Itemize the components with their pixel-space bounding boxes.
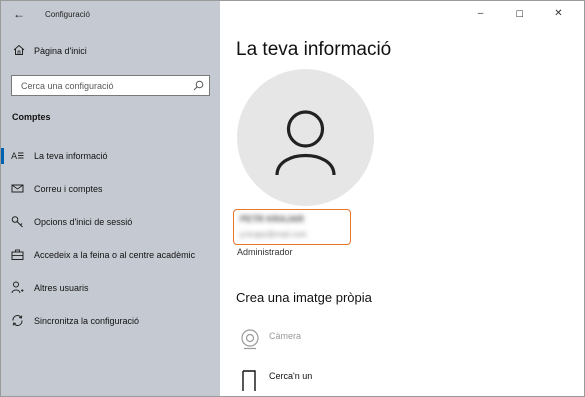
sidebar-item-label: Sincronitza la configuració <box>34 316 140 326</box>
browse-option[interactable]: Cerca'n un <box>238 365 538 395</box>
sidebar-item-email-accounts[interactable]: Correu i comptes <box>1 177 220 201</box>
user-role: Administrador <box>237 247 293 257</box>
account-info-highlight: PETR KRAJAR p.krajar@mail.com <box>233 209 351 245</box>
create-picture-heading: Crea una imatge pròpia <box>236 290 372 305</box>
briefcase-icon <box>11 249 24 260</box>
camera-icon <box>241 329 259 350</box>
back-arrow-icon[interactable]: ← <box>11 6 27 22</box>
section-title: Comptes <box>12 112 51 122</box>
main-content: La teva informació PETR KRAJAR p.krajar@… <box>220 1 584 396</box>
sidebar-item-label: Altres usuaris <box>34 283 89 293</box>
browse-file-icon <box>242 370 256 391</box>
home-label: Pàgina d'inici <box>34 46 87 56</box>
person-add-icon <box>11 281 24 294</box>
sidebar-item-label: Opcions d'inici de sessió <box>34 217 133 227</box>
search-icon[interactable] <box>193 80 204 91</box>
search-box[interactable] <box>11 75 210 96</box>
camera-label: Càmera <box>269 331 302 341</box>
mail-icon <box>11 184 24 193</box>
settings-window: ← Configuració Pàgina d'inici Comptes A <box>0 0 585 397</box>
sidebar: ← Configuració Pàgina d'inici Comptes A <box>1 1 220 396</box>
sidebar-item-other-users[interactable]: Altres usuaris <box>1 276 220 300</box>
sidebar-item-work-school[interactable]: Accedeix a la feina o al centre acadèmic <box>1 243 220 267</box>
sidebar-item-label: Accedeix a la feina o al centre acadèmic <box>34 250 196 260</box>
sync-icon <box>12 315 23 326</box>
person-card-icon: A <box>11 152 24 162</box>
user-email: p.krajar@mail.com <box>240 230 307 239</box>
search-input[interactable] <box>12 76 188 95</box>
sidebar-item-sign-in-options[interactable]: Opcions d'inici de sessió <box>1 210 220 234</box>
sidebar-item-label: Correu i comptes <box>34 184 103 194</box>
browse-label: Cerca'n un <box>269 371 313 381</box>
svg-text:A: A <box>11 152 18 162</box>
sidebar-item-your-info[interactable]: A La teva informació <box>1 144 220 168</box>
sidebar-item-sync-settings[interactable]: Sincronitza la configuració <box>1 309 220 333</box>
key-icon <box>11 216 23 228</box>
title-bar: ← Configuració <box>1 1 220 29</box>
active-indicator <box>1 148 4 164</box>
user-silhouette-icon <box>275 110 336 176</box>
home-link[interactable]: Pàgina d'inici <box>1 41 220 63</box>
home-icon <box>13 44 25 55</box>
camera-option[interactable]: Càmera <box>238 325 538 355</box>
app-title: Configuració <box>45 10 90 19</box>
user-name: PETR KRAJAR <box>240 214 305 224</box>
sidebar-item-label: La teva informació <box>34 151 108 161</box>
page-title: La teva informació <box>236 39 392 60</box>
avatar <box>237 69 374 206</box>
